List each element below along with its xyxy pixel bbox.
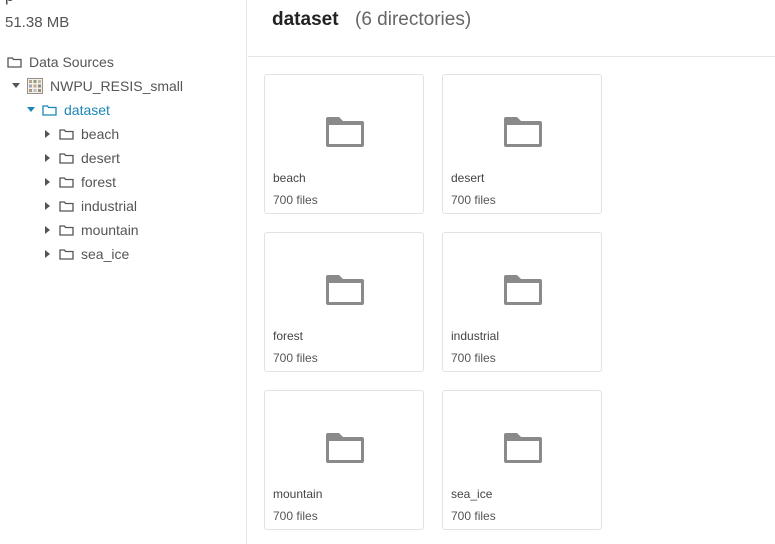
tree-item-label: dataset — [64, 102, 110, 118]
page-header: dataset (6 directories) — [248, 0, 775, 57]
folder-card-industrial[interactable]: industrial 700 files — [442, 232, 602, 372]
main-panel: dataset (6 directories) beach 700 files … — [248, 0, 775, 544]
page-title: dataset — [272, 9, 339, 30]
folder-card-desert[interactable]: desert 700 files — [442, 74, 602, 214]
folder-icon — [502, 431, 544, 470]
tree-item-label: forest — [81, 174, 117, 190]
tree-item-label: desert — [81, 150, 120, 166]
folder-outline-icon — [42, 104, 57, 116]
folder-icon — [502, 273, 544, 312]
file-tree: Data Sources NWPU_RESIS_small dataset be… — [0, 50, 247, 266]
tree-item-mountain[interactable]: mountain — [0, 218, 247, 242]
caret-right-icon[interactable] — [43, 249, 53, 259]
caret-right-icon[interactable] — [43, 225, 53, 235]
folder-icon — [502, 115, 544, 154]
file-count: 700 files — [451, 351, 496, 365]
tree-item-label: Data Sources — [29, 54, 114, 70]
tree-item-project[interactable]: NWPU_RESIS_small — [0, 74, 247, 98]
folder-card-sea-ice[interactable]: sea_ice 700 files — [442, 390, 602, 530]
caret-right-icon[interactable] — [43, 177, 53, 187]
caret-down-icon[interactable] — [26, 105, 36, 115]
folder-outline-icon — [59, 152, 74, 164]
folder-name: sea_ice — [451, 487, 493, 501]
folder-outline-icon — [59, 248, 74, 260]
file-count: 700 files — [451, 509, 496, 523]
folder-outline-icon — [7, 56, 22, 68]
folder-card-mountain[interactable]: mountain 700 files — [264, 390, 424, 530]
directory-count: (6 directories) — [355, 9, 472, 30]
sidebar: p 51.38 MB Data Sources — [0, 0, 247, 544]
folder-outline-icon — [59, 200, 74, 212]
sidebar-heading-fragment: p — [5, 0, 14, 6]
folder-outline-icon — [59, 128, 74, 140]
app-root: p 51.38 MB Data Sources — [0, 0, 775, 544]
tree-item-desert[interactable]: desert — [0, 146, 247, 170]
caret-right-icon[interactable] — [43, 201, 53, 211]
file-count: 700 files — [273, 351, 318, 365]
folder-outline-icon — [59, 176, 74, 188]
tree-item-label: industrial — [81, 198, 138, 214]
tree-item-forest[interactable]: forest — [0, 170, 247, 194]
folder-outline-icon — [59, 224, 74, 236]
tree-item-beach[interactable]: beach — [0, 122, 247, 146]
tree-item-sea-ice[interactable]: sea_ice — [0, 242, 247, 266]
caret-right-icon[interactable] — [43, 129, 53, 139]
folder-name: beach — [273, 171, 306, 185]
file-count: 700 files — [273, 193, 318, 207]
folder-icon — [324, 431, 366, 470]
folder-name: desert — [451, 171, 485, 185]
folder-name: industrial — [451, 329, 500, 343]
dataset-size: 51.38 MB — [5, 14, 70, 31]
tree-item-label: beach — [81, 126, 120, 142]
folder-name: mountain — [273, 487, 323, 501]
file-count: 700 files — [451, 193, 496, 207]
tree-item-industrial[interactable]: industrial — [0, 194, 247, 218]
folder-name: forest — [273, 329, 304, 343]
caret-right-icon[interactable] — [43, 153, 53, 163]
folder-icon — [324, 115, 366, 154]
folder-card-beach[interactable]: beach 700 files — [264, 74, 424, 214]
folder-card-forest[interactable]: forest 700 files — [264, 232, 424, 372]
file-count: 700 files — [273, 509, 318, 523]
tree-item-label: mountain — [81, 222, 139, 238]
tree-item-data-sources[interactable]: Data Sources — [0, 50, 247, 74]
folder-icon — [324, 273, 366, 312]
tree-item-label: NWPU_RESIS_small — [50, 78, 184, 94]
tree-item-dataset[interactable]: dataset — [0, 98, 247, 122]
caret-down-icon[interactable] — [11, 81, 21, 91]
dataset-grid-icon — [27, 78, 43, 94]
tree-item-label: sea_ice — [81, 246, 130, 262]
